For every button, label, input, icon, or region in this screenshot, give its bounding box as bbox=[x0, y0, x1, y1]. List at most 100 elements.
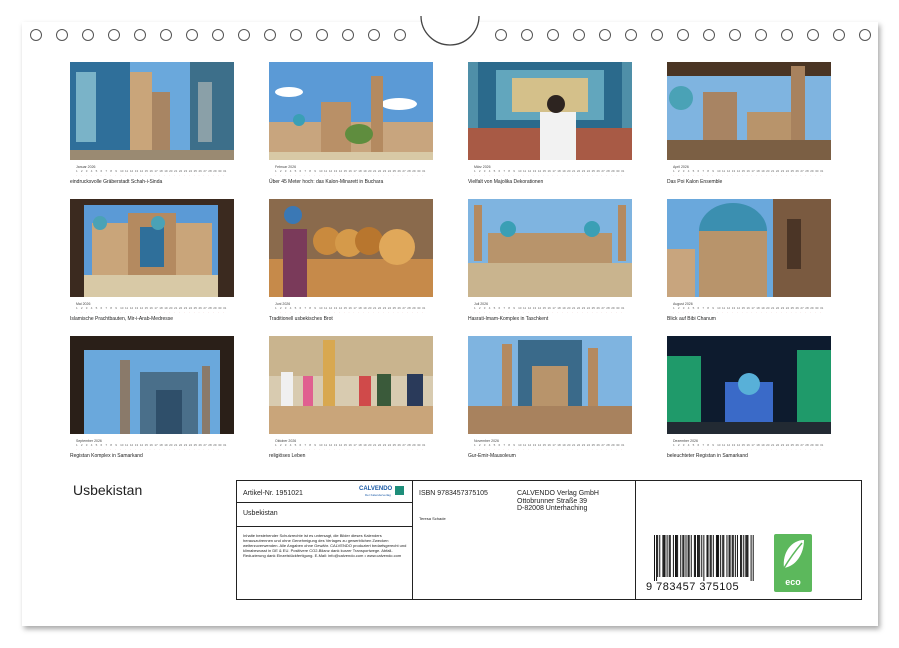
calendar-day-marker: · bbox=[601, 447, 603, 451]
calendar-day-marker: · bbox=[134, 173, 136, 177]
calendar-day-marker: · bbox=[218, 310, 220, 314]
calendar-day-marker: · bbox=[169, 447, 171, 451]
mini-calendar: 1 · 2 · 3 · 4 · 5 · 6 · 7 · 8 · 9 · 10 · 11 · 12 · 13 · 14 · 15 · 16 · 1… bbox=[275, 169, 427, 177]
calendar-day-marker: · bbox=[687, 447, 689, 451]
calendar-day-marker: · bbox=[422, 310, 423, 314]
calendar-day-marker: · bbox=[820, 310, 821, 314]
calendar-day-marker: · bbox=[353, 447, 355, 451]
calendar-day-marker: · bbox=[800, 447, 802, 451]
calendar-day-marker: · bbox=[129, 310, 131, 314]
calendar-day-marker: · bbox=[731, 173, 733, 177]
calendar-day-marker: · bbox=[319, 173, 321, 177]
calendar-day-marker: · bbox=[591, 310, 593, 314]
photo-caption: Vielfalt von Majolika Dekorationen bbox=[468, 179, 544, 185]
calendar-day-marker: · bbox=[761, 173, 763, 177]
mini-calendar: 1 · 2 · 3 · 4 · 5 · 6 · 7 · 8 · 9 · 10 · 11 · 12 · 13 · 14 · 15 · 16 · 1… bbox=[275, 443, 427, 451]
calendar-day-marker: · bbox=[586, 447, 588, 451]
calendar-day-marker: · bbox=[382, 447, 384, 451]
calendar-day-marker: · bbox=[338, 173, 340, 177]
calendar-day-marker: · bbox=[314, 173, 316, 177]
calendar-day-marker: · bbox=[596, 310, 598, 314]
calendar-day-marker: · bbox=[621, 447, 622, 451]
calendar-day-marker: · bbox=[100, 447, 102, 451]
calendar-day-marker: · bbox=[611, 310, 613, 314]
barcode-bar bbox=[701, 535, 703, 577]
calendar-day-marker: · bbox=[314, 310, 316, 314]
calendar-day-marker: · bbox=[493, 173, 495, 177]
barcode-bar bbox=[663, 535, 665, 577]
barcode-bar bbox=[728, 535, 730, 577]
binding-ring bbox=[212, 29, 224, 41]
photo-caption: Das Poi Kalon Ensemble bbox=[667, 179, 723, 185]
calendar-day-marker: · bbox=[771, 447, 772, 451]
calendar-day-marker: · bbox=[766, 310, 768, 314]
calendar-day-marker: · bbox=[557, 447, 559, 451]
calendar-day-marker: · bbox=[785, 173, 787, 177]
calendar-day-marker: · bbox=[572, 310, 573, 314]
calendar-day-marker: · bbox=[785, 447, 787, 451]
calendar-day-marker: · bbox=[682, 173, 684, 177]
calendar-day-marker: · bbox=[397, 173, 399, 177]
article-column: Artikel-Nr. 1951021 CALVENDO Der Kalende… bbox=[237, 481, 413, 599]
calendar-day-marker: · bbox=[621, 310, 622, 314]
binding-ring bbox=[30, 29, 42, 41]
calendar-day-marker: · bbox=[348, 173, 350, 177]
calendar-day-marker: · bbox=[174, 173, 175, 177]
calendar-day-marker: · bbox=[722, 447, 723, 451]
calendar-day-marker: · bbox=[761, 447, 763, 451]
mini-calendar: 1 · 2 · 3 · 4 · 5 · 6 · 7 · 8 · 9 · 10 · 11 · 12 · 13 · 14 · 15 · 16 · 1… bbox=[474, 169, 626, 177]
calendar-day-marker: · bbox=[673, 310, 674, 314]
calendar-day-marker: · bbox=[348, 310, 350, 314]
calendar-day-marker: · bbox=[213, 310, 215, 314]
calendar-day-marker: · bbox=[572, 173, 573, 177]
calendar-day-marker: · bbox=[324, 173, 325, 177]
barcode-bar bbox=[709, 535, 711, 577]
photo-caption: eindrucksvolle Gräberstadt Schah-i-Sinda bbox=[70, 179, 163, 185]
calendar-day-marker: · bbox=[319, 447, 321, 451]
calendar-day-marker: · bbox=[790, 447, 792, 451]
photo-june bbox=[269, 199, 433, 297]
calendar-day-marker: · bbox=[299, 173, 301, 177]
calendar-day-marker: · bbox=[309, 447, 311, 451]
calendar-day-marker: · bbox=[299, 310, 301, 314]
calendar-day-marker: · bbox=[527, 310, 529, 314]
calendar-day-marker: · bbox=[353, 173, 355, 177]
calendar-day-marker: · bbox=[702, 310, 704, 314]
calendar-day-marker: · bbox=[115, 173, 117, 177]
calendar-day-marker: · bbox=[159, 447, 161, 451]
calendar-day-marker: · bbox=[183, 173, 185, 177]
calendar-day-marker: · bbox=[518, 310, 520, 314]
calendar-day-marker: · bbox=[134, 447, 136, 451]
calendar-day-marker: · bbox=[596, 447, 598, 451]
calendar-day-marker: · bbox=[731, 310, 733, 314]
binding-ring bbox=[625, 29, 637, 41]
calendar-day-marker: · bbox=[488, 310, 490, 314]
calendar-day-marker: · bbox=[771, 310, 772, 314]
calendar-day-marker: · bbox=[567, 310, 569, 314]
calendar-day-marker: · bbox=[775, 310, 777, 314]
barcode-bar bbox=[722, 535, 724, 577]
mini-calendar: 1 · 2 · 3 · 4 · 5 · 6 · 7 · 8 · 9 · 10 · 11 · 12 · 13 · 14 · 15 · 16 · 1… bbox=[673, 169, 825, 177]
calendar-day-marker: · bbox=[687, 310, 689, 314]
calendar-day-marker: · bbox=[503, 310, 505, 314]
calendar-day-marker: · bbox=[746, 310, 748, 314]
barcode-bar bbox=[677, 535, 679, 577]
brand-logo-icon bbox=[395, 486, 404, 495]
calendar-day-marker: · bbox=[532, 173, 534, 177]
barcode-bar bbox=[736, 535, 738, 577]
calendar-day-marker: · bbox=[557, 173, 559, 177]
calendar-day-marker: · bbox=[348, 447, 350, 451]
calendar-day-marker: · bbox=[702, 447, 704, 451]
calendar-day-marker: · bbox=[677, 310, 679, 314]
barcode-bar bbox=[699, 535, 701, 577]
calendar-day-marker: · bbox=[557, 310, 559, 314]
photo-january bbox=[70, 62, 234, 160]
calendar-day-marker: · bbox=[279, 310, 281, 314]
calendar-day-marker: · bbox=[751, 173, 753, 177]
calendar-day-marker: · bbox=[483, 310, 485, 314]
barcode-bar bbox=[668, 535, 670, 577]
calendar-day-marker: · bbox=[85, 310, 87, 314]
barcode-bar bbox=[707, 535, 709, 577]
calendar-day-marker: · bbox=[289, 447, 291, 451]
calendar-day-marker: · bbox=[562, 310, 564, 314]
